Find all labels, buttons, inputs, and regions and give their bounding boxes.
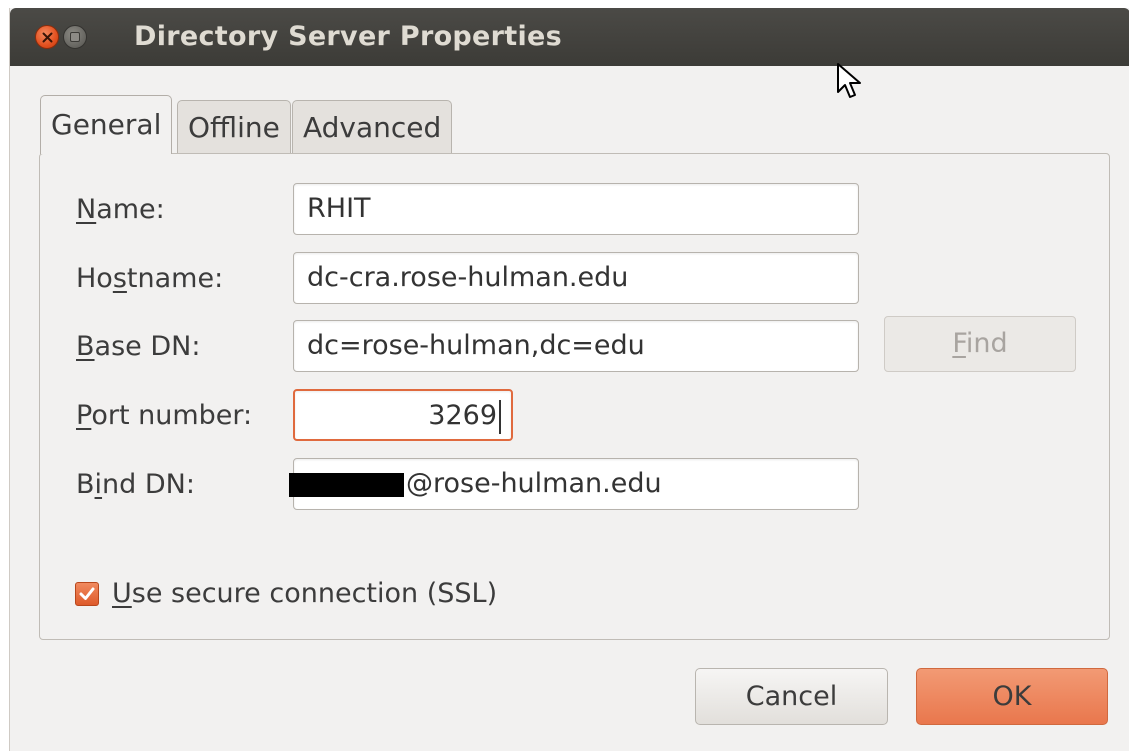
minimize-button[interactable] [63, 25, 87, 49]
hostname-label-pre: Ho [76, 263, 113, 294]
base-dn-label: Base DN: [76, 327, 200, 367]
text-caret [499, 399, 501, 434]
bind-dn-label-text: nd DN: [102, 469, 195, 500]
name-label: Name: [76, 190, 165, 230]
hostname-label-mnemonic: s [112, 263, 127, 294]
port-label-text: ort number: [91, 400, 253, 431]
ssl-checkbox[interactable] [75, 582, 99, 606]
name-label-mnemonic: N [76, 194, 97, 225]
find-label-text: ind [965, 328, 1008, 359]
find-button[interactable]: Find [884, 316, 1076, 372]
hostname-label: Hostname: [76, 259, 223, 299]
close-icon [42, 32, 53, 43]
base-dn-label-mnemonic: B [76, 331, 95, 362]
title-bar[interactable]: Directory Server Properties [10, 8, 1129, 66]
mouse-cursor-icon [837, 63, 861, 98]
redaction-bar [289, 473, 404, 497]
ssl-label-text: se secure connection (SSL) [131, 578, 498, 609]
name-value: RHIT [307, 193, 371, 224]
port-label: Port number: [76, 396, 252, 436]
tab-advanced-label: Advanced [303, 111, 442, 144]
cancel-label: Cancel [745, 681, 838, 712]
tab-general[interactable]: General [40, 95, 173, 154]
bind-dn-value: @rose-hulman.edu [406, 468, 662, 499]
general-panel: Name: RHIT Hostname: dc-cra.rose-hulman.… [39, 153, 1110, 640]
cancel-button[interactable]: Cancel [695, 668, 888, 725]
name-field[interactable]: RHIT [293, 183, 859, 235]
ssl-label-mnemonic: U [112, 578, 132, 609]
tab-offline-label: Offline [188, 111, 280, 144]
bind-dn-label-pre: B [76, 469, 95, 500]
find-label-mnemonic: F [952, 328, 966, 359]
bind-dn-label: Bind DN: [76, 465, 195, 505]
ok-label: OK [992, 681, 1032, 712]
minimize-icon [70, 32, 80, 42]
close-button[interactable] [35, 25, 59, 49]
tab-advanced[interactable]: Advanced [292, 100, 453, 154]
hostname-value: dc-cra.rose-hulman.edu [307, 262, 629, 293]
hostname-field[interactable]: dc-cra.rose-hulman.edu [293, 252, 859, 304]
tab-offline[interactable]: Offline [177, 100, 291, 154]
dialog-window: Directory Server Properties General Offl… [9, 8, 1129, 751]
port-value: 3269 [428, 400, 497, 431]
hostname-label-text: tname: [126, 263, 224, 294]
ok-button[interactable]: OK [916, 668, 1108, 725]
base-dn-field[interactable]: dc=rose-hulman,dc=edu [293, 320, 859, 372]
base-dn-label-text: ase DN: [94, 331, 201, 362]
checkmark-icon [79, 587, 95, 600]
port-number-field[interactable]: 3269 [293, 389, 513, 441]
bind-dn-field[interactable]: @rose-hulman.edu [289, 458, 859, 510]
port-label-mnemonic: P [76, 400, 92, 431]
bind-dn-label-mnemonic: i [94, 469, 103, 500]
name-label-text: ame: [96, 194, 165, 225]
ssl-checkbox-label[interactable]: Use secure connection (SSL) [112, 574, 497, 614]
base-dn-value: dc=rose-hulman,dc=edu [307, 330, 645, 361]
tab-general-label: General [51, 108, 162, 141]
window-title: Directory Server Properties [134, 21, 563, 52]
